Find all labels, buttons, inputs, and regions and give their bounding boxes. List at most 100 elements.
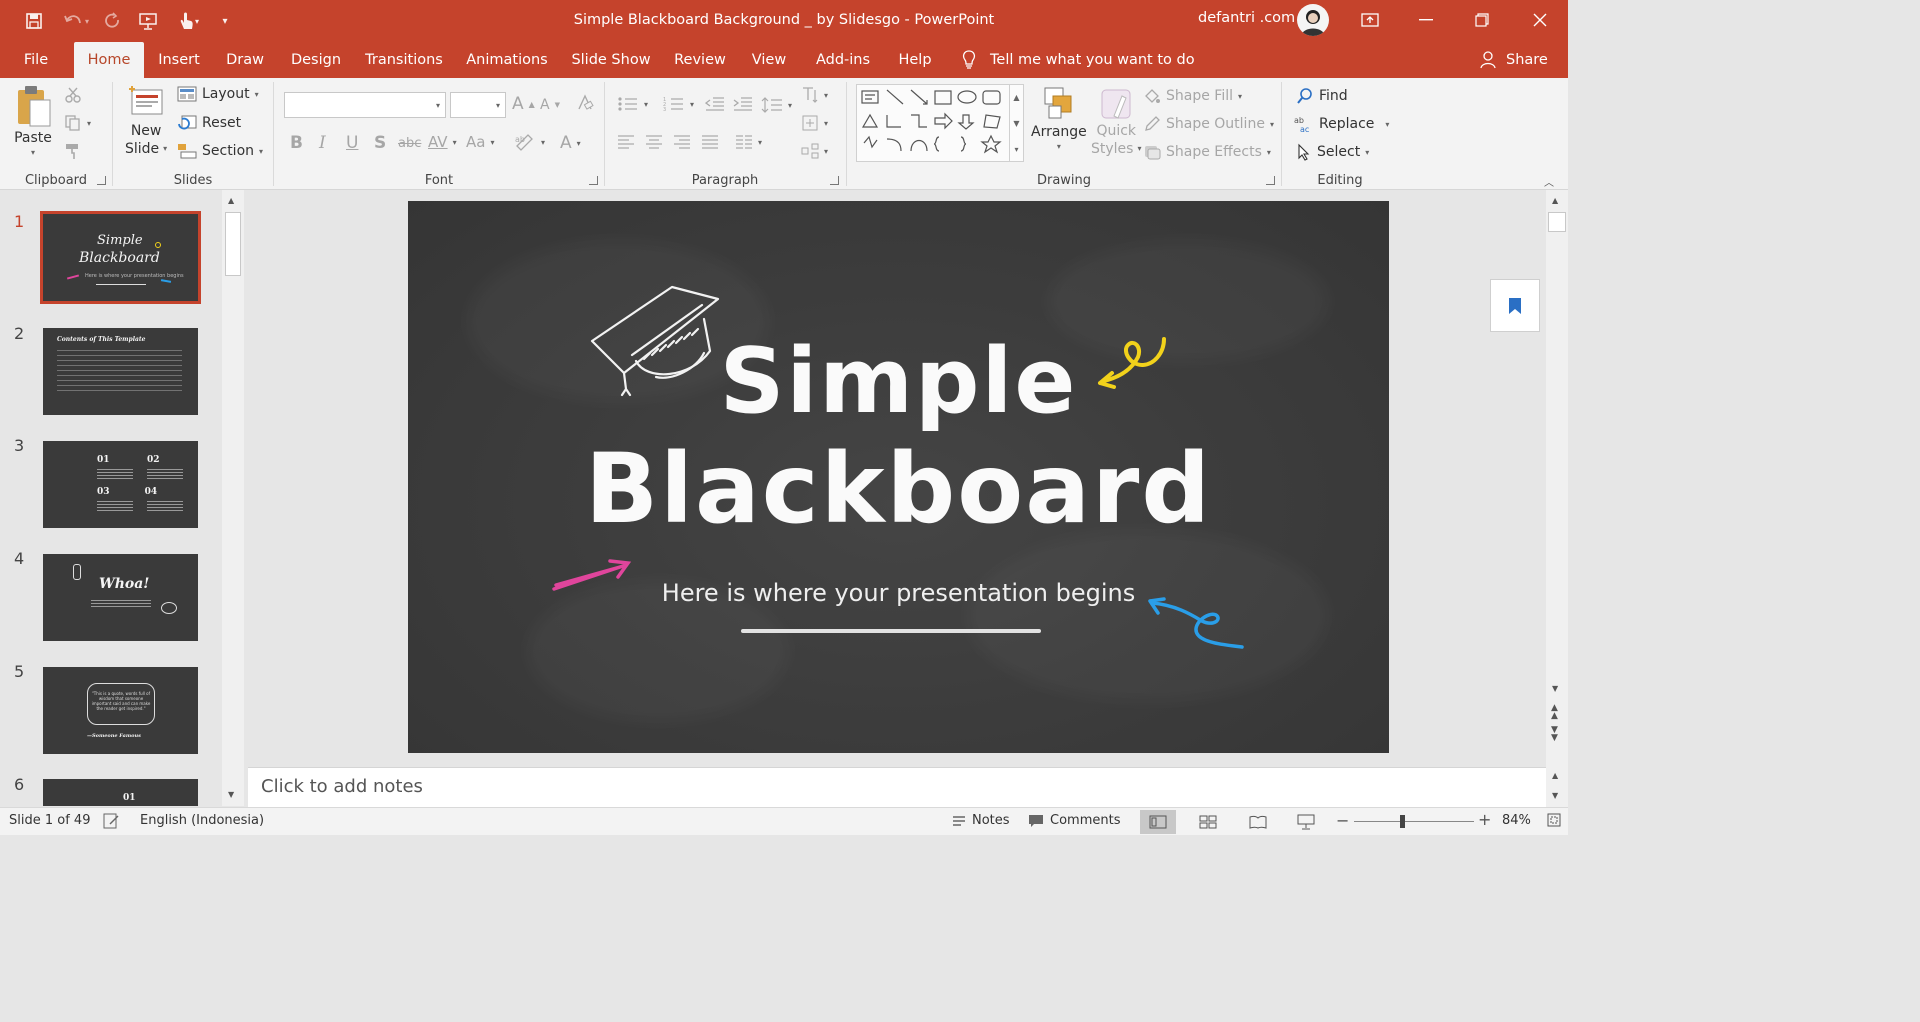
tab-slide-show[interactable]: Slide Show	[568, 42, 654, 78]
bookmark-button[interactable]	[1490, 279, 1540, 332]
tab-add-ins[interactable]: Add-ins	[808, 42, 878, 78]
shape-fill-button[interactable]: Shape Fill ▾	[1143, 87, 1242, 105]
font-color-button[interactable]: A ▾	[560, 133, 581, 153]
columns-icon[interactable]: ▾	[735, 134, 762, 150]
scroll-down-icon[interactable]: ▼	[1552, 791, 1558, 800]
highlight-icon[interactable]: ab ▾	[514, 133, 545, 151]
slide-sorter-icon[interactable]	[1190, 810, 1226, 834]
paragraph-launcher-icon[interactable]	[830, 176, 839, 185]
tab-review[interactable]: Review	[670, 42, 730, 78]
avatar[interactable]	[1297, 4, 1329, 36]
slide-thumbnail[interactable]: Contents of This Template	[43, 328, 198, 415]
notes-pane[interactable]: Click to add notes	[248, 767, 1546, 807]
tab-design[interactable]: Design	[286, 42, 346, 78]
align-center-icon[interactable]	[645, 134, 663, 150]
clipboard-launcher-icon[interactable]	[97, 176, 106, 185]
grow-font-button[interactable]: A ▲	[512, 94, 535, 114]
cut-icon[interactable]	[64, 86, 82, 104]
close-icon[interactable]	[1512, 0, 1568, 40]
previous-slide-icon[interactable]: ▲ ▲	[1551, 704, 1558, 721]
copy-icon[interactable]: ▾	[64, 114, 91, 132]
align-right-icon[interactable]	[673, 134, 691, 150]
quick-styles-button[interactable]: Quick Styles ▾	[1091, 86, 1141, 158]
slideshow-view-icon[interactable]	[1288, 810, 1324, 834]
zoom-out-icon[interactable]: −	[1336, 811, 1349, 830]
tab-file[interactable]: File	[14, 42, 58, 78]
bold-button[interactable]: B	[290, 133, 303, 153]
slide-thumbnail[interactable]: Simple Blackboard Here is where your pre…	[40, 211, 201, 304]
scroll-up-icon[interactable]: ▲	[1552, 771, 1558, 780]
reset-button[interactable]: Reset	[177, 115, 241, 131]
notes-scrollbar[interactable]: ▲ ▼	[1546, 767, 1568, 807]
replace-button[interactable]: ab ac Replace ▾	[1294, 115, 1389, 133]
tab-insert[interactable]: Insert	[152, 42, 206, 78]
drawing-launcher-icon[interactable]	[1266, 176, 1275, 185]
scrollbar-thumb[interactable]	[225, 212, 241, 276]
slide-thumbnail[interactable]: 01	[43, 779, 198, 806]
collapse-ribbon-icon[interactable]: ︿	[1544, 174, 1554, 189]
minimize-icon[interactable]	[1398, 0, 1454, 40]
shadow-button[interactable]: S	[374, 133, 386, 153]
arrange-button[interactable]: Arrange ▾	[1031, 86, 1087, 151]
shape-outline-button[interactable]: Shape Outline ▾	[1143, 115, 1274, 133]
align-left-icon[interactable]	[617, 134, 635, 150]
tab-transitions[interactable]: Transitions	[362, 42, 446, 78]
smartart-icon[interactable]: ▾	[801, 142, 828, 160]
layout-button[interactable]: Layout ▾	[177, 86, 259, 102]
format-painter-icon[interactable]	[64, 142, 82, 160]
touch-mode-icon[interactable]: ▾	[168, 8, 208, 34]
font-name-field[interactable]: ▾	[284, 92, 446, 118]
thumbnails-scrollbar[interactable]: ▲ ▼	[222, 190, 244, 806]
numbering-icon[interactable]: 1 2 3 ▾	[663, 96, 694, 112]
fit-slide-icon[interactable]	[1546, 812, 1562, 828]
slide-thumbnail[interactable]: Whoa!	[43, 554, 198, 641]
tab-view[interactable]: View	[746, 42, 792, 78]
language-indicator[interactable]: English (Indonesia)	[140, 813, 264, 828]
scrollbar-thumb[interactable]	[1548, 212, 1566, 232]
clear-formatting-icon[interactable]	[576, 94, 594, 112]
customize-qat-icon[interactable]: ▾	[216, 8, 234, 34]
shapes-gallery[interactable]: ▲ ▼ ▾	[856, 84, 1024, 162]
new-slide-button[interactable]: New Slide ▾	[125, 84, 167, 158]
italic-button[interactable]: I	[319, 133, 326, 153]
change-case-button[interactable]: Aa ▾	[466, 133, 494, 151]
scroll-down-icon[interactable]: ▼	[1552, 684, 1558, 693]
line-spacing-icon[interactable]: ▾	[761, 96, 792, 114]
align-text-icon[interactable]: ▾	[801, 114, 828, 132]
slide-thumbnail[interactable]: 01 02 03 04	[43, 441, 198, 528]
undo-icon[interactable]: ▾	[58, 8, 94, 34]
restore-icon[interactable]	[1454, 0, 1510, 40]
section-button[interactable]: Section ▾	[177, 143, 263, 159]
redo-icon[interactable]	[102, 8, 124, 34]
shape-effects-button[interactable]: Shape Effects ▾	[1143, 143, 1271, 161]
notes-toggle-button[interactable]: Notes	[952, 813, 1010, 828]
share-button[interactable]: Share	[1480, 42, 1548, 78]
next-slide-icon[interactable]: ▼ ▼	[1551, 726, 1558, 743]
strikethrough-button[interactable]: abc	[398, 136, 421, 151]
tab-home[interactable]: Home	[74, 42, 144, 78]
slide-canvas[interactable]: Simple Blackboard Here is where your pre…	[408, 201, 1389, 753]
zoom-in-icon[interactable]: +	[1478, 810, 1491, 829]
decrease-indent-icon[interactable]	[705, 96, 725, 112]
zoom-slider[interactable]	[1354, 815, 1474, 828]
comments-button[interactable]: Comments	[1028, 813, 1120, 828]
spell-check-icon[interactable]	[102, 812, 120, 830]
ribbon-display-options-icon[interactable]	[1342, 0, 1398, 40]
bullets-icon[interactable]: ▾	[617, 96, 648, 112]
reading-view-icon[interactable]	[1240, 810, 1276, 834]
tab-draw[interactable]: Draw	[220, 42, 270, 78]
slide-thumbnail[interactable]: "This is a quote, words full of wisdom t…	[43, 667, 198, 754]
text-direction-icon[interactable]: ▾	[801, 86, 828, 104]
tell-me-box[interactable]: Tell me what you want to do	[962, 42, 1195, 78]
scroll-down-icon[interactable]: ▼	[228, 790, 234, 799]
underline-button[interactable]: U	[346, 133, 358, 153]
user-name[interactable]: defantri .com	[1198, 10, 1295, 26]
font-launcher-icon[interactable]	[589, 176, 598, 185]
find-button[interactable]: Find	[1296, 87, 1348, 105]
character-spacing-button[interactable]: AV ▾	[428, 133, 457, 151]
normal-view-icon[interactable]	[1140, 810, 1176, 834]
font-size-field[interactable]: ▾	[450, 92, 506, 118]
increase-indent-icon[interactable]	[733, 96, 753, 112]
zoom-slider-thumb[interactable]	[1400, 815, 1405, 828]
select-button[interactable]: Select ▾	[1296, 143, 1369, 161]
